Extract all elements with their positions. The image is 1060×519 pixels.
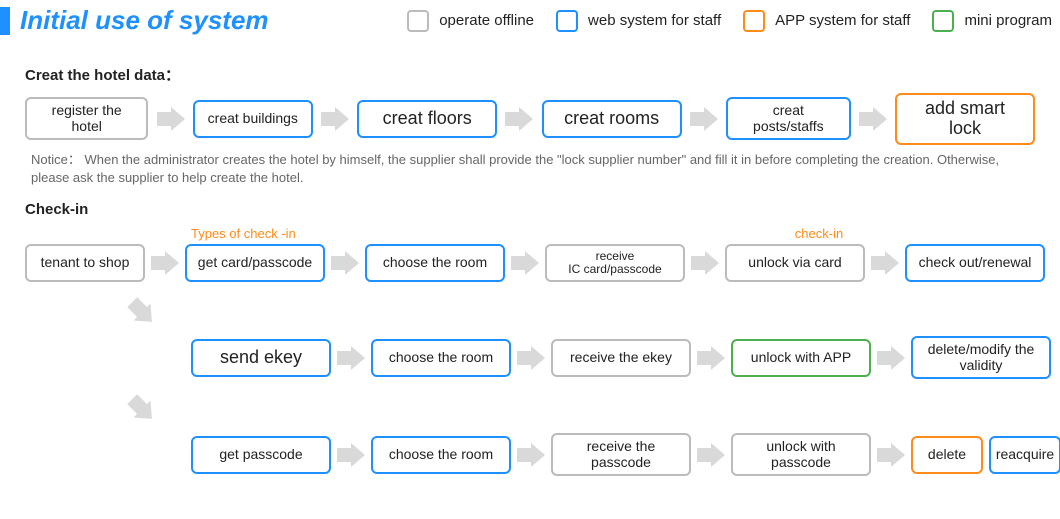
arrow-icon [517, 346, 545, 370]
checkin-r2-b: choose the room [371, 339, 511, 377]
legend-label-mini: mini program [964, 12, 1052, 29]
checkin-r3-b: choose the room [371, 436, 511, 474]
checkin-tenant: tenant to shop [25, 244, 145, 282]
legend-web: web system for staff [556, 10, 721, 32]
hotel-step-posts: creat posts/staffs [726, 97, 851, 140]
branch-arrow-icon [125, 379, 159, 439]
header: Initial use of system operate offline we… [0, 0, 1060, 44]
arrow-icon [857, 107, 889, 131]
checkin-row-1: tenant to shop get card/passcode choose … [25, 244, 1035, 282]
checkin-section-title: Check-in [25, 201, 1035, 218]
checkin-section: Check-in Types of check -in check-in ten… [0, 201, 1060, 476]
arrow-icon [697, 346, 725, 370]
arrow-icon [154, 107, 186, 131]
legend: operate offline web system for staff APP… [407, 10, 1052, 32]
legend-app: APP system for staff [743, 10, 910, 32]
checkin-r1-b: choose the room [365, 244, 505, 282]
arrow-icon [511, 251, 539, 275]
arrow-icon [871, 251, 899, 275]
legend-label-app: APP system for staff [775, 12, 910, 29]
checkin-r3-reacquire: reacquire [989, 436, 1060, 474]
arrow-icon [688, 107, 720, 131]
checkin-r3-d: unlock with passcode [731, 433, 871, 476]
checkin-annot-checkin: check-in [749, 226, 889, 242]
title-accent [0, 7, 10, 35]
title-bar: Initial use of system [0, 5, 269, 36]
checkin-r3-delete: delete [911, 436, 983, 474]
arrow-icon [337, 443, 365, 467]
checkin-row-2: send ekey choose the room receive the ek… [25, 336, 1035, 379]
arrow-icon [691, 251, 719, 275]
arrow-icon [331, 251, 359, 275]
arrow-icon [151, 251, 179, 275]
arrow-icon [877, 346, 905, 370]
arrow-icon [697, 443, 725, 467]
arrow-icon [517, 443, 545, 467]
hotel-step-floors: creat floors [357, 100, 497, 138]
legend-swatch-mini [932, 10, 954, 32]
legend-swatch-app [743, 10, 765, 32]
branch-arrow-icon [125, 282, 159, 342]
arrow-icon [337, 346, 365, 370]
hotel-section-title: Creat the hotel data： [25, 64, 1035, 85]
arrow-icon [319, 107, 351, 131]
page-title: Initial use of system [20, 5, 269, 36]
checkin-r3-c: receive the passcode [551, 433, 691, 476]
legend-label-web: web system for staff [588, 12, 721, 29]
legend-offline: operate offline [407, 10, 534, 32]
hotel-step-smartlock: add smart lock [895, 93, 1035, 145]
checkin-r1-d: unlock via card [725, 244, 865, 282]
arrow-icon [503, 107, 535, 131]
checkin-r1-a: get card/passcode [185, 244, 325, 282]
arrow-icon [877, 443, 905, 467]
checkin-annot-row: Types of check -in check-in [25, 226, 1035, 244]
checkin-r2-e: delete/modify the validity [911, 336, 1051, 379]
hotel-step-rooms: creat rooms [542, 100, 682, 138]
checkin-r2-d: unlock with APP [731, 339, 871, 377]
legend-swatch-offline [407, 10, 429, 32]
legend-label-offline: operate offline [439, 12, 534, 29]
checkin-r1-e: check out/renewal [905, 244, 1045, 282]
checkin-annot-types: Types of check -in [191, 226, 331, 242]
checkin-r2-a: send ekey [191, 339, 331, 377]
legend-swatch-web [556, 10, 578, 32]
checkin-row-3: get passcode choose the room receive the… [25, 433, 1035, 476]
checkin-r2-c: receive the ekey [551, 339, 691, 377]
hotel-step-buildings: creat buildings [193, 100, 313, 138]
hotel-notice: Notice： When the administrator creates t… [31, 151, 1035, 187]
legend-mini: mini program [932, 10, 1052, 32]
checkin-r1-c: receive IC card/passcode [545, 244, 685, 282]
hotel-section: Creat the hotel data： register the hotel… [0, 44, 1060, 187]
hotel-step-register: register the hotel [25, 97, 148, 140]
checkin-r3-a: get passcode [191, 436, 331, 474]
hotel-flow: register the hotel creat buildings creat… [25, 93, 1035, 145]
